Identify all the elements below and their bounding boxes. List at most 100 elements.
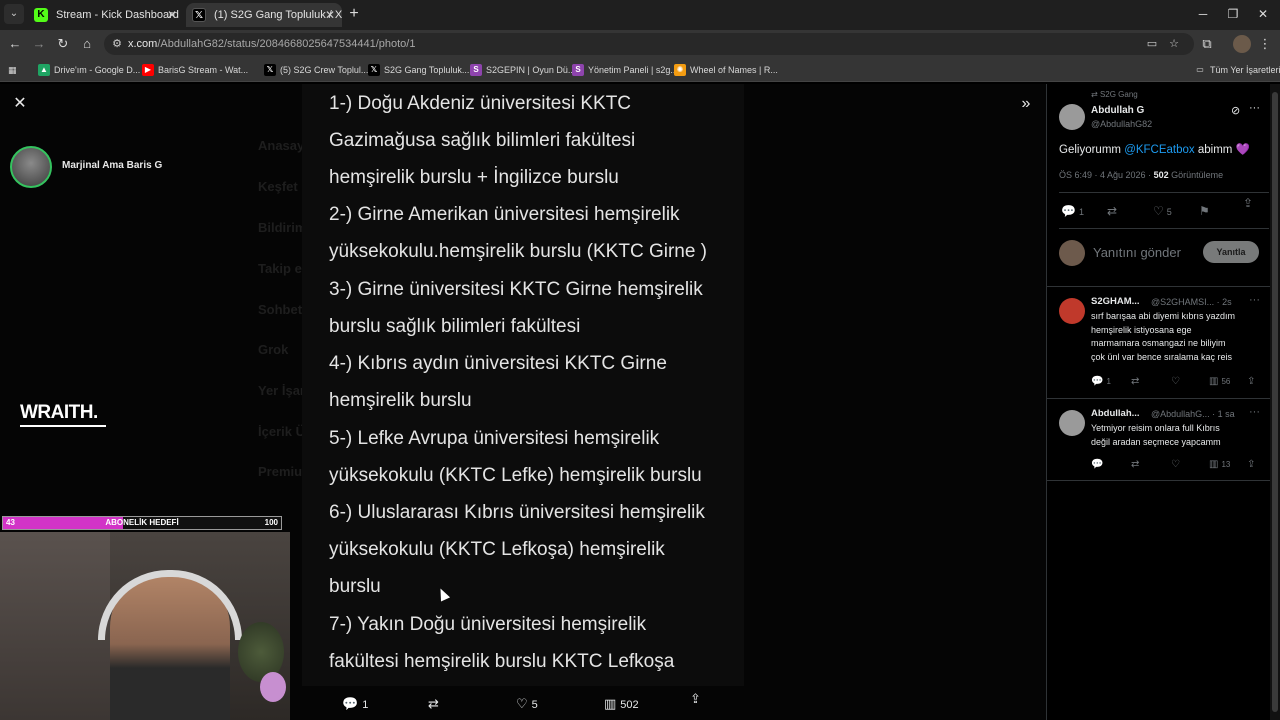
more-icon[interactable]: ··· [1249,102,1265,116]
share-button[interactable]: ⇪ [690,691,705,707]
views-button[interactable]: ▥ 56 [1209,376,1230,387]
photo-text-line: burslu [329,576,381,597]
bookmark-item[interactable]: 𝕏 S2G Gang Topluluk... [368,58,469,82]
scrollbar-thumb[interactable] [1272,92,1278,712]
minimize-icon[interactable]: ─ [1188,4,1218,24]
reply-author-name[interactable]: S2GHAM... [1091,296,1140,307]
bookmark-item[interactable]: S S2GEPIN | Oyun Dü... [470,58,575,82]
streamer-name: Marjinal Ama Baris G [62,160,163,171]
grok-icon[interactable]: ⊘ [1231,104,1245,118]
author-name[interactable]: Abdullah G [1091,105,1144,116]
tweet-timestamp[interactable]: ÖS 6:49 · 4 Ağu 2026 · [1059,170,1154,180]
reply-actions: 💬 1 ⇄ ♡ ▥ 56 ⇪ [1091,376,1271,390]
reply-icon: 💬 [1091,376,1104,387]
reply-item[interactable]: Abdullah... @AbdullahG... · 1 sa ··· Yet… [1047,406,1280,480]
address-bar[interactable]: ⚙ x.com/AbdullahG82/status/2084668025647… [104,33,1194,55]
reply-author-name[interactable]: Abdullah... [1091,408,1140,419]
like-button[interactable]: ♡ 5 [516,696,538,712]
repost-button[interactable]: ⇄ [428,696,443,712]
repost-button[interactable]: ⇄ [1131,459,1142,470]
ghost-nav-item: Takip et [258,261,307,276]
avatar[interactable] [1059,104,1085,130]
ghost-nav-item: Keşfet [258,179,298,194]
profile-avatar[interactable] [1233,35,1251,53]
reply-meta: @AbdullahG... · 1 sa [1151,409,1235,419]
like-button[interactable]: ♡ [1171,376,1183,387]
bookmark-button[interactable]: ⚑ [1199,204,1213,218]
forward-icon[interactable]: → [28,34,50,54]
close-icon[interactable]: ✕ [322,3,338,27]
bookmark-item[interactable]: ▲ Drive'ım - Google D... [38,58,140,82]
expand-panel-icon[interactable]: » [1016,94,1036,114]
reply-meta: @S2GHAMSI... · 2s [1151,297,1232,307]
like-button[interactable]: ♡ [1171,459,1183,470]
tweet-text-part: abimm [1194,144,1236,156]
close-viewer-icon[interactable]: ✕ [10,94,30,114]
more-icon[interactable]: ··· [1249,294,1260,306]
tab-search-icon[interactable]: ⌄ [4,4,24,24]
menu-icon[interactable]: ⋮ [1254,34,1276,54]
views-button[interactable]: ▥ 502 [604,696,639,712]
avatar[interactable] [1059,298,1085,324]
cast-icon[interactable]: ▭ [1144,37,1160,51]
url-path: /AbdullahG82/status/2084668025647534441/… [157,38,416,50]
new-tab-button[interactable]: + [344,4,364,24]
mention-link[interactable]: @KFCEatbox [1124,144,1194,156]
extensions-icon[interactable]: ⧉ [1196,34,1218,54]
tweet-view-count: 502 [1153,170,1169,180]
more-icon[interactable]: ··· [1249,406,1260,418]
reload-icon[interactable]: ↻ [52,34,74,54]
divider [1059,192,1269,193]
bookmark-label: Yönetim Paneli | s2g... [588,65,678,75]
photo-text-line: hemşirelik burslu [329,390,472,411]
youtube-icon: ▶ [142,64,154,76]
divider [1059,228,1269,229]
views-icon: ▥ [1209,376,1219,387]
tweet-meta: ÖS 6:49 · 4 Ağu 2026 · 502 Görüntüleme [1059,170,1223,180]
views-button[interactable]: ▥ 13 [1209,459,1230,470]
reply-button[interactable]: 💬 1 [1061,204,1084,218]
repost-icon: ⇄ [1131,376,1140,387]
avatar[interactable] [1059,410,1085,436]
share-button[interactable]: ⇪ [1247,459,1258,470]
all-bookmarks[interactable]: ▭ Tüm Yer İşaretleri [1194,58,1280,82]
reply-button[interactable]: 💬 [1091,459,1106,470]
repost-icon: ⇄ [1107,204,1118,218]
bookmark-item[interactable]: 𝕏 (5) S2G Crew Toplul... [264,58,368,82]
views-label: Görüntüleme [1168,170,1224,180]
headset [98,570,242,640]
repost-button[interactable]: ⇄ [1107,204,1120,218]
heart-icon: ♡ [1171,376,1180,387]
home-icon[interactable]: ⌂ [76,34,98,54]
reply-input[interactable]: Yanıtını gönder [1093,245,1181,260]
share-button[interactable]: ⇪ [1247,376,1258,387]
like-button[interactable]: ♡ 5 [1153,204,1172,218]
bookmark-label: BarisG Stream - Wat... [158,65,249,75]
back-icon[interactable]: ← [4,34,26,54]
scrollbar[interactable] [1270,84,1280,720]
site-info-icon[interactable]: ⚙ [110,37,124,51]
bookmark-item[interactable]: ✺ Wheel of Names | R... [674,58,778,82]
photo-text-line: 2-) Girne Amerikan üniversitesi hemşirel… [329,204,680,225]
reply-button[interactable]: 💬 1 [1091,376,1111,387]
share-button[interactable]: ⇪ [1243,196,1256,210]
close-icon[interactable]: ✕ [164,3,180,27]
avatar [1059,240,1085,266]
window-close-icon[interactable]: ✕ [1248,4,1278,24]
repost-button[interactable]: ⇄ [1131,376,1142,387]
photo-text-line: yüksekokulu.hemşirelik burslu (KKTC Girn… [329,241,708,262]
tab-s2g-gang[interactable]: 𝕏 (1) S2G Gang Topluluk / X ✕ [186,3,342,27]
reply-submit-button[interactable]: Yanıtla [1203,241,1259,263]
restore-icon[interactable]: ❐ [1218,4,1248,24]
apps-icon[interactable]: ▦ [8,58,17,82]
tweet-photo[interactable]: 1-) Doğu Akdeniz üniversitesi KKTC Gazim… [302,84,744,686]
reply-count: 1 [362,699,369,711]
reply-item[interactable]: S2GHAM... @S2GHAMSI... · 2s ··· sırf bar… [1047,294,1280,400]
community-context[interactable]: S2G Gang [1091,90,1138,99]
bookmark-star-icon[interactable]: ☆ [1166,37,1182,51]
tab-kick-dashboard[interactable]: K Stream - Kick Dashboard ✕ [28,3,184,27]
bookmark-item[interactable]: ▶ BarisG Stream - Wat... [142,58,248,82]
bookmark-item[interactable]: S Yönetim Paneli | s2g... [572,58,678,82]
reply-button[interactable]: 💬 1 [342,696,368,712]
author-handle[interactable]: @AbdullahG82 [1091,119,1152,129]
